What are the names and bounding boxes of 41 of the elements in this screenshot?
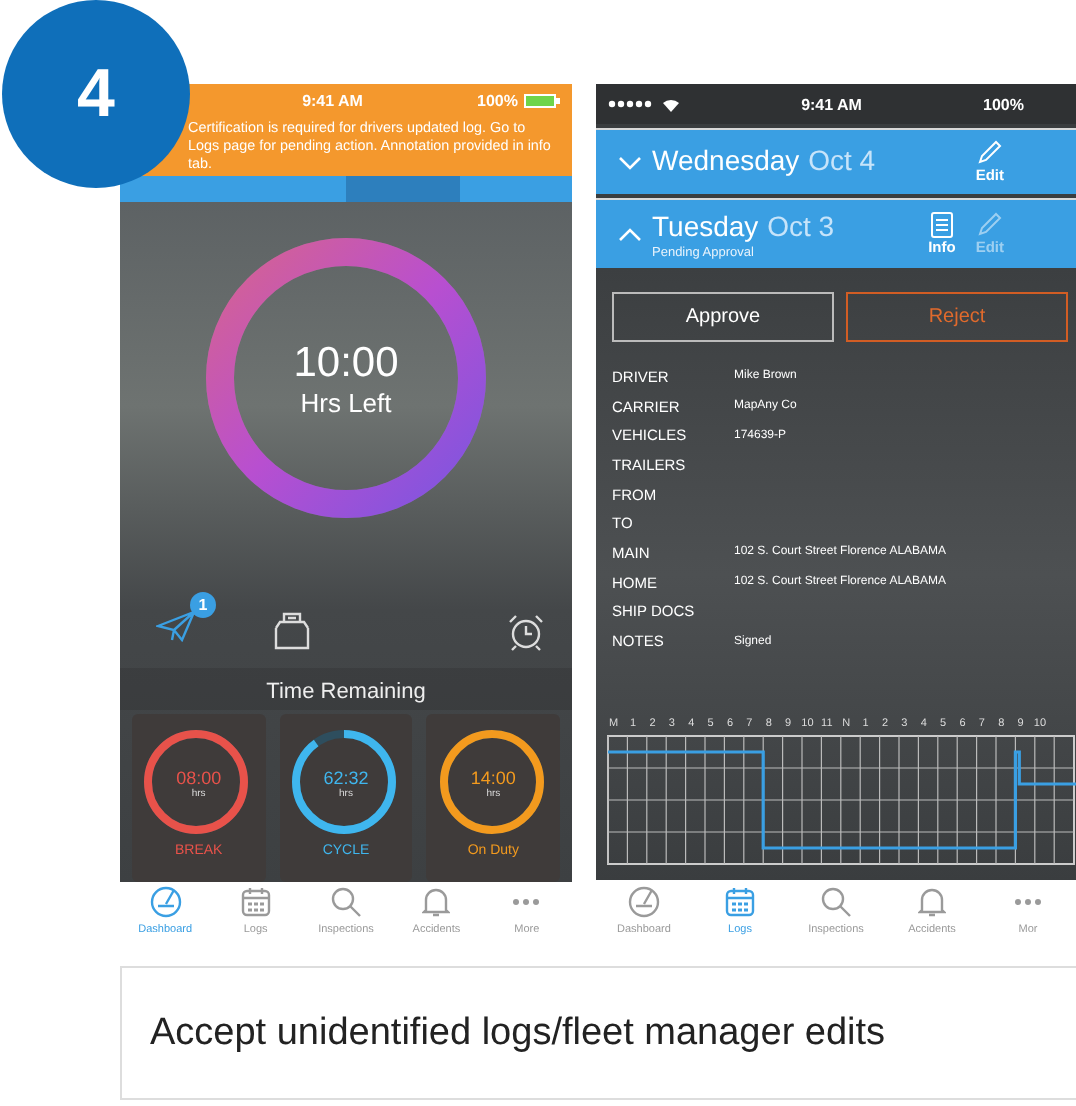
timer-value: 14:00 bbox=[470, 768, 516, 789]
wifi-icon bbox=[662, 97, 680, 111]
duty-tab[interactable] bbox=[459, 176, 572, 203]
day-name: Tuesday bbox=[652, 209, 759, 241]
gauge-icon bbox=[147, 886, 184, 918]
message-count-badge: 1 bbox=[190, 592, 216, 619]
hours-left-value: 10:00 bbox=[293, 339, 399, 388]
day-date: Oct 3 bbox=[767, 209, 835, 241]
step-number-badge: 4 bbox=[2, 0, 190, 188]
section-title: Time Remaining bbox=[120, 668, 572, 711]
bell-icon bbox=[918, 886, 946, 918]
bell-icon bbox=[422, 886, 451, 918]
duty-tab[interactable] bbox=[120, 176, 233, 203]
day-date: Oct 4 bbox=[808, 144, 876, 176]
duty-tab[interactable] bbox=[346, 176, 459, 203]
pencil-icon bbox=[976, 140, 1003, 166]
gauge-icon bbox=[626, 886, 662, 918]
alarm-clock-icon[interactable] bbox=[508, 611, 544, 652]
paper-plane-icon[interactable] bbox=[156, 610, 196, 643]
signal-icon bbox=[608, 100, 656, 108]
reject-button[interactable]: Reject bbox=[846, 292, 1068, 342]
timer-value: 08:00 bbox=[176, 768, 222, 789]
calendar-icon bbox=[239, 886, 272, 918]
status-time: 9:41 AM bbox=[302, 92, 363, 110]
search-icon bbox=[820, 886, 852, 918]
battery-icon bbox=[523, 94, 560, 108]
more-icon bbox=[512, 898, 541, 906]
battery-percent: 100% bbox=[983, 95, 1024, 113]
timer-value: 62:32 bbox=[323, 768, 369, 789]
caption-text: Accept unidentified logs/fleet manager edits bbox=[120, 966, 1076, 1100]
pencil-icon bbox=[976, 212, 1003, 238]
calendar-icon bbox=[724, 886, 756, 918]
search-icon bbox=[330, 886, 362, 918]
status-time: 9:41 AM bbox=[801, 95, 862, 113]
day-name: Wednesday bbox=[652, 144, 800, 176]
hours-left-label: Hrs Left bbox=[300, 387, 392, 418]
approve-button[interactable]: Approve bbox=[612, 292, 834, 342]
battery-percent: 100% bbox=[477, 92, 518, 110]
document-icon bbox=[929, 212, 954, 238]
more-icon bbox=[1014, 898, 1042, 906]
duty-tab[interactable] bbox=[233, 176, 346, 203]
